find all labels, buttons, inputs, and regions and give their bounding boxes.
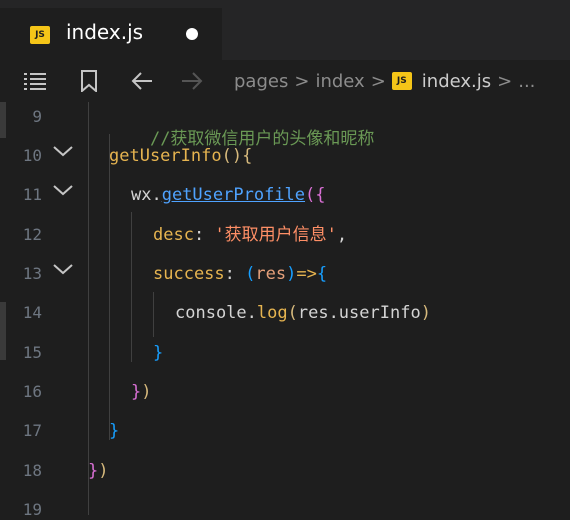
- property-key: success: [153, 264, 225, 284]
- function-name: getUserInfo: [109, 146, 222, 166]
- chevron-right-icon: >: [370, 70, 386, 92]
- code-token: =>: [296, 264, 317, 284]
- code-token: wx.: [131, 185, 162, 205]
- parameter: res: [255, 264, 287, 284]
- code-line-11: wx.getUserProfile({: [131, 184, 326, 206]
- code-line-12: desc: '获取用户信息',: [153, 224, 347, 246]
- indent-guide: [109, 134, 110, 440]
- tab-bar: JS index.js: [0, 0, 570, 60]
- code-token: ): [286, 264, 297, 284]
- code-token: {: [315, 185, 326, 205]
- string-literal: '获取用户信息': [214, 225, 337, 245]
- scrollbar-track-mark: [0, 302, 6, 360]
- code-token: console.: [175, 303, 257, 323]
- breadcrumb-item-index[interactable]: index: [315, 71, 364, 92]
- line-number: 9: [32, 107, 42, 126]
- breadcrumb-item-file[interactable]: index.js: [422, 71, 491, 92]
- js-file-icon: JS: [391, 72, 412, 90]
- code-token: }: [131, 382, 142, 402]
- back-arrow-icon[interactable]: [130, 70, 154, 92]
- fold-chevron-icon[interactable]: [52, 144, 74, 158]
- chevron-right-icon: >: [497, 70, 513, 92]
- unsaved-dot-icon[interactable]: [186, 28, 198, 40]
- breadcrumb: pages > index > JS index.js > ...: [234, 69, 535, 93]
- line-number: 17: [22, 421, 42, 440]
- code-token: }: [109, 421, 120, 441]
- indent-guide: [131, 212, 132, 362]
- code-token: ): [98, 461, 109, 481]
- fold-chevron-icon[interactable]: [52, 262, 74, 276]
- editor-toolbar: pages > index > JS index.js > ...: [0, 60, 570, 102]
- list-icon[interactable]: [22, 70, 46, 92]
- code-line-10: getUserInfo(){: [109, 145, 252, 167]
- code-token: {: [316, 264, 328, 284]
- code-token: (: [245, 264, 256, 284]
- method-link[interactable]: getUserProfile: [162, 185, 305, 205]
- code-token: (): [221, 146, 243, 166]
- line-number: 19: [22, 500, 42, 519]
- code-token: :: [224, 264, 246, 284]
- code-line-16: }): [131, 381, 152, 403]
- code-token: ): [420, 303, 431, 323]
- code-token: :: [193, 225, 215, 245]
- forward-arrow-icon[interactable]: [180, 70, 204, 92]
- line-number: 18: [22, 461, 42, 480]
- code-token: (: [287, 303, 298, 323]
- indent-guide: [153, 292, 154, 337]
- line-number: 12: [22, 225, 42, 244]
- line-number: 15: [22, 343, 42, 362]
- code-editor[interactable]: 9 10 11 12 13 14 15 16 17 18 19 //获取微信用户…: [0, 102, 570, 519]
- line-number: 14: [22, 303, 42, 322]
- line-number: 10: [22, 146, 42, 165]
- scrollbar-track-mark: [0, 102, 6, 138]
- code-line-14: console.log(res.userInfo): [175, 302, 431, 324]
- chevron-right-icon: >: [294, 70, 310, 92]
- code-line-17: }: [109, 420, 119, 442]
- indent-guide: [88, 102, 89, 515]
- code-line-15: }: [153, 342, 163, 364]
- code-token: {: [242, 146, 253, 166]
- code-line-13: success: (res)=>{: [153, 263, 327, 285]
- fold-chevron-icon[interactable]: [52, 183, 74, 197]
- line-number: 16: [22, 382, 42, 401]
- code-token: (: [305, 185, 316, 205]
- code-token: res.userInfo: [297, 303, 421, 323]
- method-name: log: [256, 303, 288, 323]
- breadcrumb-ellipsis[interactable]: ...: [518, 71, 535, 92]
- tab-index-js[interactable]: JS index.js: [0, 8, 222, 60]
- bookmark-icon[interactable]: [78, 70, 102, 92]
- line-number: 13: [22, 264, 42, 283]
- code-token: ): [141, 382, 152, 402]
- breadcrumb-item-pages[interactable]: pages: [234, 71, 288, 92]
- property-key: desc: [153, 225, 194, 245]
- js-file-icon: JS: [30, 26, 50, 44]
- code-token: ,: [336, 225, 348, 245]
- code-token: }: [153, 343, 164, 363]
- code-token: }: [88, 461, 99, 481]
- line-number: 11: [22, 185, 42, 204]
- tab-title: index.js: [66, 20, 144, 44]
- code-line-18: }): [88, 460, 109, 482]
